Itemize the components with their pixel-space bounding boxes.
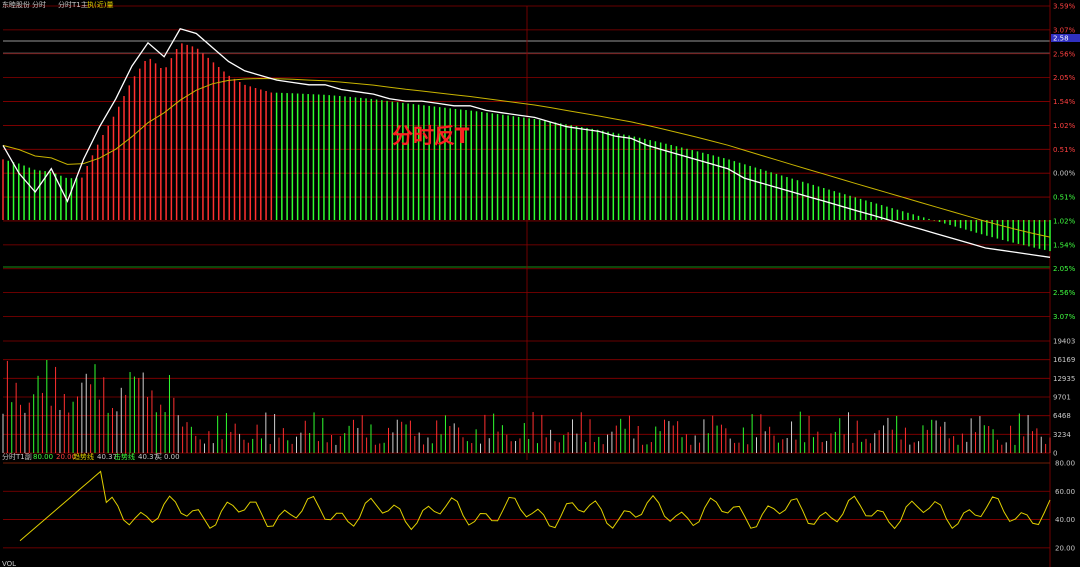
volume-tick-label: 3234 xyxy=(1053,431,1071,439)
header-sub-label: 分时T1副 xyxy=(2,452,32,461)
price-tick-label: 1.02% xyxy=(1053,217,1076,225)
oscillator-line xyxy=(19,470,1051,542)
header-sub-label: 买 xyxy=(155,453,162,461)
osc-tick-label: 60.00 xyxy=(1055,488,1075,496)
header-top-label: 分时 xyxy=(32,0,46,9)
volume-tick-label: 19403 xyxy=(1053,338,1075,346)
average-price-line xyxy=(2,77,1051,238)
volume-bars xyxy=(2,360,1051,453)
oscillator-series xyxy=(19,470,1051,542)
price-tick-label: 2.05% xyxy=(1053,265,1076,273)
header-sub-label: 0.00 xyxy=(164,453,180,461)
average-series xyxy=(2,77,1051,238)
macd-bars xyxy=(2,43,1051,252)
header-bottom-label: VOL xyxy=(2,560,16,567)
header-top-label: 分时T1主 xyxy=(58,0,88,9)
price-tick-label: 1.54% xyxy=(1053,98,1076,106)
grid-lines xyxy=(3,0,1051,567)
osc-tick-label: 40.00 xyxy=(1055,516,1075,524)
price-tick-label: 0.51% xyxy=(1053,194,1076,202)
right-axis-labels: 3.59% 3.07% 2.56% 2.05% 1.54% 1.02% 0.51% 0.00%… xyxy=(1053,3,1076,553)
osc-tick-label: 80.00 xyxy=(1055,460,1075,468)
price-series xyxy=(2,28,1051,258)
price-tick-label: 3.07% xyxy=(1053,26,1076,34)
price-tick-label: 2.56% xyxy=(1053,289,1076,297)
header-sub-label: 趋势线 xyxy=(73,452,94,461)
volume-tick-label: 9701 xyxy=(1053,394,1071,402)
volume-tick-label: 12935 xyxy=(1053,375,1075,383)
price-tick-label: 1.54% xyxy=(1053,241,1076,249)
price-line xyxy=(2,28,1051,258)
price-tick-label: 3.07% xyxy=(1053,313,1076,321)
header-top-label: 东睦股份 xyxy=(2,0,30,9)
header-top-label: 执(近)量 xyxy=(87,0,113,9)
header-sub-label: 击势线 xyxy=(114,452,135,461)
chart-annotation: 分时反T xyxy=(392,124,470,148)
price-tick-label: 0.51% xyxy=(1053,146,1076,154)
osc-tick-label: 20.00 xyxy=(1055,544,1075,552)
price-tick-label: 3.59% xyxy=(1053,3,1076,11)
price-tick-label: 2.05% xyxy=(1053,74,1076,82)
header-labels: 东睦股份 分时 分时T1主 执(近)量分时T1副 80.00 20.00趋势线 40.37击… xyxy=(2,0,180,567)
price-tick-label: 0.00% xyxy=(1053,170,1076,178)
ref-price-tag-text: 2.58 xyxy=(1053,35,1069,43)
volume-tick-label: 6468 xyxy=(1053,412,1071,420)
price-tick-label: 1.02% xyxy=(1053,122,1076,130)
intraday-chart: 3.59% 3.07% 2.56% 2.05% 1.54% 1.02% 0.51% 0.00%… xyxy=(2,0,1080,567)
ref-price-tag: 2.58 xyxy=(1051,34,1080,43)
volume-tick-label: 16169 xyxy=(1053,356,1075,364)
volume-tick-label: 0 xyxy=(1053,450,1057,458)
price-tick-label: 2.56% xyxy=(1053,50,1076,58)
header-sub-label: 80.00 xyxy=(33,453,53,461)
